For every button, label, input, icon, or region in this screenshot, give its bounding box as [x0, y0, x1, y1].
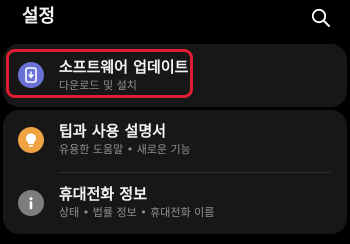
software-update-title: 소프트웨어 업데이트 — [59, 58, 189, 76]
phone-info-subtitle: 상태 • 법률 정보 • 휴대전화 이름 — [59, 206, 215, 219]
tips-title: 팁과 사용 설명서 — [59, 122, 167, 140]
info-card: 팁과 사용 설명서 유용한 도움말 • 새로운 기능 휴대전화 정보 상태 • … — [3, 110, 347, 234]
settings-item-tips[interactable]: 팁과 사용 설명서 유용한 도움말 • 새로운 기능 — [3, 110, 347, 172]
software-update-icon — [18, 62, 44, 88]
settings-item-software-update[interactable]: 소프트웨어 업데이트 다운로드 및 설치 — [3, 44, 347, 107]
info-icon — [18, 190, 44, 216]
search-icon — [311, 8, 330, 27]
search-button[interactable] — [310, 7, 332, 29]
page-title: 설정 — [22, 6, 56, 27]
lightbulb-icon — [18, 127, 44, 153]
tips-subtitle: 유용한 도움말 • 새로운 기능 — [59, 143, 191, 156]
phone-info-title: 휴대전화 정보 — [59, 185, 148, 203]
software-update-subtitle: 다운로드 및 설치 — [59, 79, 137, 92]
app-header: 설정 — [0, 0, 350, 36]
settings-item-phone-info[interactable]: 휴대전화 정보 상태 • 법률 정보 • 휴대전화 이름 — [3, 173, 347, 234]
software-update-card: 소프트웨어 업데이트 다운로드 및 설치 — [3, 44, 347, 107]
